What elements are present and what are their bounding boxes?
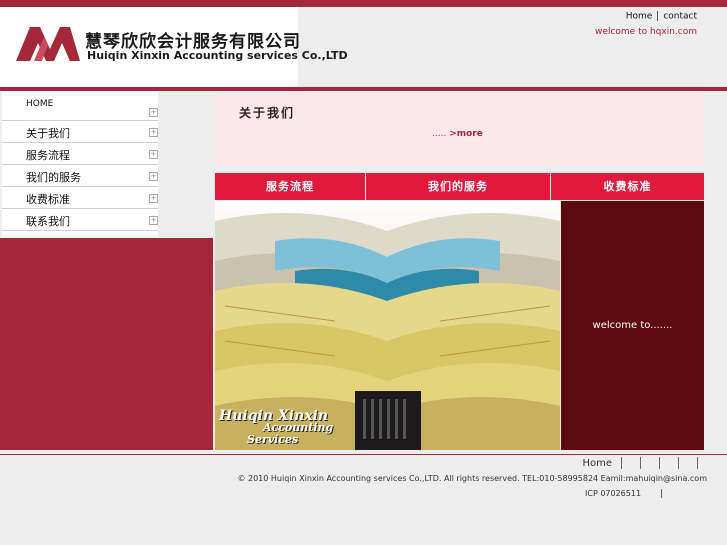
tab-services[interactable]: 我们的服务	[366, 173, 550, 200]
sidebar-item-services[interactable]: 我们的服务 +	[2, 165, 158, 187]
sidebar-item-label: 联系我们	[26, 215, 70, 228]
top-link-contact[interactable]: contact	[663, 12, 697, 22]
logo-mark-icon	[16, 27, 80, 61]
sidebar-item-contact[interactable]: 联系我们 +	[2, 209, 158, 231]
sidebar-item-label: 服务流程	[26, 149, 70, 162]
top-link-separator	[657, 11, 659, 21]
icp-separator	[661, 489, 663, 498]
top-links: Home contact	[626, 11, 697, 22]
plus-icon: +	[149, 172, 158, 181]
tab-process[interactable]: 服务流程	[215, 173, 365, 200]
sidebar-item-home[interactable]: HOME +	[2, 92, 158, 121]
welcome-panel-text: welcome to.......	[592, 320, 673, 331]
site-header: 慧琴欣欣会计服务有限公司 Huiqin Xinxin Accounting se…	[0, 7, 727, 87]
plus-icon: +	[149, 194, 158, 203]
sidebar-item-about[interactable]: 关于我们 +	[2, 121, 158, 143]
top-accent-bar	[0, 0, 727, 7]
sidebar-item-label: 我们的服务	[26, 171, 81, 184]
top-link-home[interactable]: Home	[626, 12, 653, 22]
more-link[interactable]: ..... >more	[432, 129, 483, 139]
sidebar-item-process[interactable]: 服务流程 +	[2, 143, 158, 165]
about-title: 关于我们	[239, 106, 296, 120]
footer-separator	[697, 457, 698, 469]
left-red-panel	[0, 238, 213, 450]
tab-fees[interactable]: 收费标准	[551, 173, 704, 200]
photo-caption: Huiqin Xinxin Accounting Services	[219, 409, 333, 446]
icp-text: ICP 07026511	[585, 489, 642, 498]
sidebar-item-label: 关于我们	[26, 127, 70, 140]
copyright-text: © 2010 Huiqin Xinxin Accounting services…	[237, 474, 707, 483]
documents-photo: Huiqin Xinxin Accounting Services	[215, 201, 560, 450]
plus-icon: +	[149, 108, 158, 117]
welcome-message: welcome to hqxin.com	[595, 27, 697, 37]
plus-icon: +	[149, 150, 158, 159]
footer-link-home[interactable]: Home	[582, 458, 612, 469]
footer-divider	[0, 454, 727, 455]
footer-separator	[621, 457, 622, 469]
footer-nav: Home	[582, 457, 707, 469]
more-label: >more	[449, 129, 483, 139]
plus-icon: +	[149, 128, 158, 137]
about-section: 关于我们 ..... >more	[216, 93, 704, 165]
footer-separator	[659, 457, 660, 469]
sidebar-item-fees[interactable]: 收费标准 +	[2, 187, 158, 209]
header-divider	[0, 87, 727, 91]
footer-separator	[678, 457, 679, 469]
sidebar-item-label: 收费标准	[26, 193, 70, 206]
logo[interactable]: 慧琴欣欣会计服务有限公司 Huiqin Xinxin Accounting se…	[0, 7, 348, 87]
more-dots: .....	[432, 129, 447, 139]
plus-icon: +	[149, 216, 158, 225]
sidebar-nav: HOME + 关于我们 + 服务流程 + 我们的服务 + 收费标准 + 联系我们…	[2, 92, 158, 237]
photo-caption-line3: Services	[247, 433, 299, 446]
footer-separator	[640, 457, 641, 469]
welcome-panel: welcome to.......	[561, 201, 704, 450]
logo-company-name-en: Huiqin Xinxin Accounting services Co.,LT…	[87, 49, 348, 62]
sidebar-item-label: HOME	[26, 99, 54, 109]
icp-number: ICP 07026511	[585, 489, 663, 498]
